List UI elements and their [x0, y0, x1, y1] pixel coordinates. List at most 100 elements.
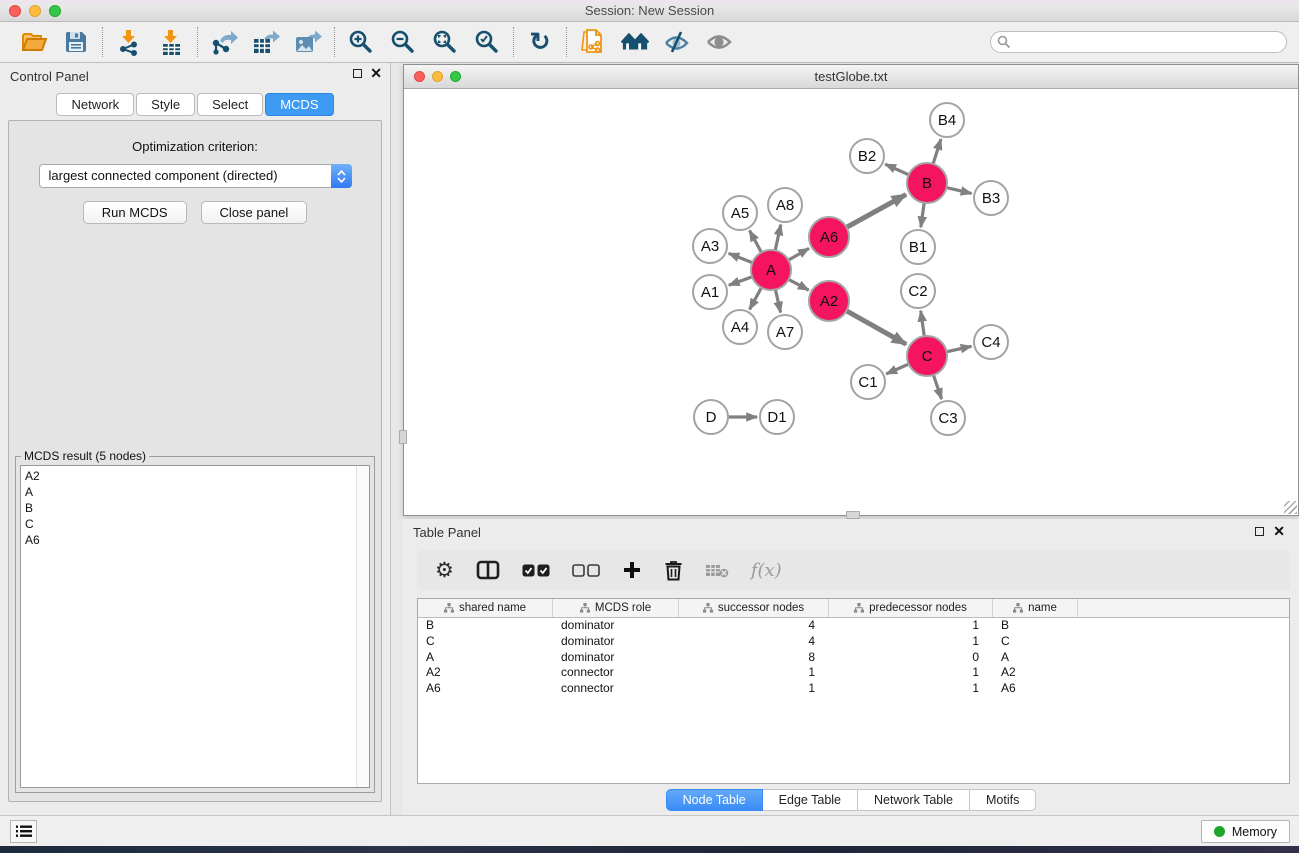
- node-C1[interactable]: C1: [851, 365, 885, 399]
- table-cell[interactable]: 1: [679, 665, 829, 681]
- float-table-panel-icon[interactable]: [1255, 527, 1264, 536]
- table-cell[interactable]: C: [418, 634, 553, 650]
- network-window-titlebar[interactable]: testGlobe.txt: [404, 65, 1298, 89]
- zoom-out-icon[interactable]: [389, 28, 417, 56]
- node-A4[interactable]: A4: [723, 310, 757, 344]
- window-resize-grip[interactable]: [1284, 501, 1297, 514]
- table-cell[interactable]: 1: [679, 681, 829, 697]
- column-header-successor-nodes[interactable]: successor nodes: [679, 599, 829, 617]
- hide-selected-icon[interactable]: [663, 28, 691, 56]
- table-cell[interactable]: 0: [829, 650, 993, 666]
- tab-node-table[interactable]: Node Table: [666, 789, 763, 811]
- node-C4[interactable]: C4: [974, 325, 1008, 359]
- table-cell[interactable]: A2: [418, 665, 553, 681]
- table-cell[interactable]: 1: [829, 681, 993, 697]
- export-table-icon[interactable]: [252, 28, 280, 56]
- table-cell[interactable]: connector: [553, 681, 679, 697]
- delete-column-icon[interactable]: [664, 556, 683, 584]
- table-cell[interactable]: A2: [993, 665, 1078, 681]
- show-columns-icon[interactable]: [476, 556, 500, 584]
- table-cell[interactable]: A: [418, 650, 553, 666]
- search-input[interactable]: [990, 31, 1287, 53]
- close-panel-icon[interactable]: ✕: [370, 69, 382, 78]
- node-B2[interactable]: B2: [850, 139, 884, 173]
- node-C2[interactable]: C2: [901, 274, 935, 308]
- table-cell[interactable]: dominator: [553, 650, 679, 666]
- minimize-window-button[interactable]: [29, 5, 41, 17]
- zoom-window-button[interactable]: [49, 5, 61, 17]
- table-cell[interactable]: 1: [829, 665, 993, 681]
- node-A3[interactable]: A3: [693, 229, 727, 263]
- tab-style[interactable]: Style: [136, 93, 195, 116]
- node-B4[interactable]: B4: [930, 103, 964, 137]
- table-cell[interactable]: 4: [679, 634, 829, 650]
- node-A5[interactable]: A5: [723, 196, 757, 230]
- close-panel-button[interactable]: Close panel: [201, 201, 308, 224]
- table-cell[interactable]: dominator: [553, 618, 679, 634]
- task-history-button[interactable]: [10, 820, 37, 843]
- table-cell[interactable]: 8: [679, 650, 829, 666]
- criterion-dropdown[interactable]: largest connected component (directed): [39, 164, 352, 188]
- network-close-button[interactable]: [414, 71, 425, 82]
- table-cell[interactable]: 1: [829, 634, 993, 650]
- node-C[interactable]: C: [907, 336, 947, 376]
- table-row[interactable]: A6connector11A6: [418, 681, 1289, 697]
- node-table[interactable]: shared nameMCDS rolesuccessor nodesprede…: [417, 598, 1290, 784]
- table-cell[interactable]: connector: [553, 665, 679, 681]
- node-A8[interactable]: A8: [768, 188, 802, 222]
- tab-network-table[interactable]: Network Table: [858, 789, 970, 811]
- node-A[interactable]: A: [751, 250, 791, 290]
- mcds-result-item[interactable]: A6: [25, 532, 369, 548]
- table-cell[interactable]: A: [993, 650, 1078, 666]
- node-D1[interactable]: D1: [760, 400, 794, 434]
- node-B3[interactable]: B3: [974, 181, 1008, 215]
- tab-edge-table[interactable]: Edge Table: [763, 789, 858, 811]
- export-image-icon[interactable]: [294, 28, 322, 56]
- tab-network[interactable]: Network: [56, 93, 134, 116]
- table-row[interactable]: A2connector11A2: [418, 665, 1289, 681]
- node-A2[interactable]: A2: [809, 281, 849, 321]
- show-all-icon[interactable]: [705, 28, 733, 56]
- refresh-layout-icon[interactable]: ↻: [526, 28, 554, 56]
- table-row[interactable]: Adominator80A: [418, 650, 1289, 666]
- close-window-button[interactable]: [9, 5, 21, 17]
- column-header-predecessor-nodes[interactable]: predecessor nodes: [829, 599, 993, 617]
- tab-mcds[interactable]: MCDS: [265, 93, 333, 116]
- open-session-icon[interactable]: [20, 28, 48, 56]
- column-header-shared-name[interactable]: shared name: [418, 599, 553, 617]
- mcds-result-item[interactable]: A2: [25, 468, 369, 484]
- table-cell[interactable]: B: [993, 618, 1078, 634]
- add-column-icon[interactable]: [622, 556, 642, 584]
- node-A7[interactable]: A7: [768, 315, 802, 349]
- column-header-MCDS-role[interactable]: MCDS role: [553, 599, 679, 617]
- node-B1[interactable]: B1: [901, 230, 935, 264]
- close-table-panel-icon[interactable]: ✕: [1273, 527, 1285, 536]
- table-cell[interactable]: A6: [993, 681, 1078, 697]
- first-neighbors-icon[interactable]: [621, 28, 649, 56]
- zoom-selected-icon[interactable]: [473, 28, 501, 56]
- mcds-result-item[interactable]: C: [25, 516, 369, 532]
- table-cell[interactable]: 4: [679, 618, 829, 634]
- column-header-name[interactable]: name: [993, 599, 1078, 617]
- apply-function-icon[interactable]: f(x): [751, 556, 782, 584]
- splitter-handle-left[interactable]: [399, 430, 407, 444]
- memory-button[interactable]: Memory: [1201, 820, 1290, 843]
- float-panel-icon[interactable]: [353, 69, 362, 78]
- delete-table-icon[interactable]: [705, 556, 729, 584]
- new-network-from-selection-icon[interactable]: [579, 28, 607, 56]
- table-row[interactable]: Bdominator41B: [418, 618, 1289, 634]
- node-A1[interactable]: A1: [693, 275, 727, 309]
- zoom-fit-icon[interactable]: [431, 28, 459, 56]
- network-canvas[interactable]: B4B2BB3A5A8A6A3AB1A1C2A2A4A7CC4C1C3DD1: [404, 89, 1298, 515]
- network-zoom-button[interactable]: [450, 71, 461, 82]
- zoom-in-icon[interactable]: [347, 28, 375, 56]
- splitter-handle-bottom[interactable]: [846, 511, 860, 519]
- select-all-checkboxes-icon[interactable]: [522, 556, 550, 584]
- import-table-icon[interactable]: [157, 28, 185, 56]
- table-cell[interactable]: A6: [418, 681, 553, 697]
- table-cell[interactable]: dominator: [553, 634, 679, 650]
- node-A6[interactable]: A6: [809, 217, 849, 257]
- mcds-result-scrollbar[interactable]: [356, 466, 369, 787]
- tab-motifs[interactable]: Motifs: [970, 789, 1036, 811]
- table-row[interactable]: Cdominator41C: [418, 634, 1289, 650]
